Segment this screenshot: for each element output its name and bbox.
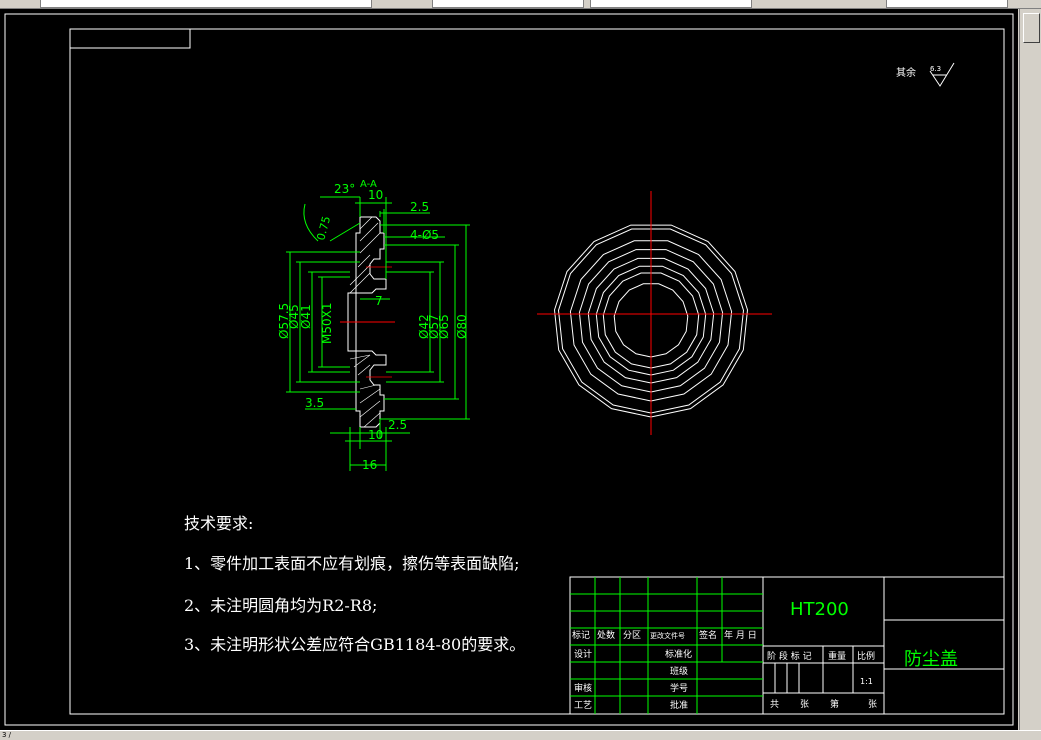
- dim-7: 7: [375, 294, 383, 308]
- dim-65: Ø65: [437, 314, 451, 339]
- dim-3-5: 3.5: [305, 396, 324, 410]
- dim-thread: M50X1: [320, 303, 334, 344]
- dim-holes: 4-Ø5: [410, 228, 439, 242]
- row-std: 标准化: [665, 648, 692, 660]
- material: HT200: [790, 599, 849, 620]
- cad-drawing: 其余 6.3 23° A-A 10 2.5 4-Ø5 7 3.5 2.5 10 …: [4, 13, 1014, 726]
- surface-note-value: 6.3: [930, 65, 941, 73]
- sheets-1: 共: [770, 699, 779, 710]
- outer-frame: [4, 13, 1014, 726]
- title-texts: 标记 处数 分区 更改文件号 签名 年 月 日 设计 标准化 班级 审核 学号 …: [572, 629, 877, 711]
- dim-41: Ø41: [299, 304, 313, 329]
- title-grid: [570, 577, 763, 714]
- part-name: 防尘盖: [904, 649, 958, 670]
- row-proc: 工艺: [574, 700, 592, 711]
- row-design: 设计: [574, 648, 592, 660]
- note-1: 1、零件加工表面不应有划痕，擦伤等表面缺陷;: [184, 554, 520, 573]
- toolbar-field-1[interactable]: [40, 0, 372, 8]
- dim-10-bot: 10: [368, 428, 383, 442]
- stage-label: 阶 段 标 记: [767, 650, 812, 662]
- surface-note-label: 其余: [896, 66, 916, 79]
- toolbar-field-3[interactable]: [590, 0, 752, 8]
- dim-2-5-top: 2.5: [410, 200, 429, 214]
- dim-10-top: 10: [368, 188, 383, 202]
- hdr-sign: 签名: [699, 629, 717, 641]
- scale-label: 比例: [857, 650, 875, 662]
- dim-80: Ø80: [455, 314, 469, 339]
- scroll-thumb[interactable]: [1023, 13, 1040, 43]
- toolbar-field-2[interactable]: [432, 0, 584, 8]
- hdr-count: 处数: [597, 629, 615, 641]
- scale-value: 1:1: [860, 677, 873, 686]
- sheets-3: 第: [830, 698, 839, 710]
- notes-title: 技术要求:: [184, 514, 254, 533]
- row-num: 学号: [670, 682, 688, 694]
- hdr-mark: 标记: [572, 629, 590, 641]
- row-approve: 批准: [670, 699, 688, 711]
- sheets-2: 张: [800, 699, 809, 710]
- weight-label: 重量: [828, 650, 846, 662]
- dim-2-5-bot: 2.5: [388, 418, 407, 432]
- note-2: 2、未注明圆角均为R2-R8;: [184, 596, 378, 615]
- dim-angle: 23°: [334, 182, 355, 196]
- hdr-date: 年 月 日: [724, 629, 757, 641]
- code-box: [69, 28, 191, 49]
- drawing-canvas[interactable]: 其余 6.3 23° A-A 10 2.5 4-Ø5 7 3.5 2.5 10 …: [0, 9, 1018, 730]
- status-text: 3 /: [2, 731, 12, 739]
- toolbar-field-4[interactable]: [886, 0, 1008, 8]
- vertical-scrollbar[interactable]: [1019, 9, 1041, 730]
- note-3: 3、未注明形状公差应符合GB1184-80的要求。: [184, 635, 526, 654]
- top-toolbar: [0, 0, 1041, 9]
- dim-chamfer: 0.75: [314, 215, 333, 242]
- hdr-docno: 更改文件号: [650, 631, 685, 640]
- row-class: 班级: [670, 665, 688, 677]
- row-check: 审核: [574, 682, 592, 694]
- dim-16: 16: [362, 458, 377, 472]
- sheets-4: 张: [868, 699, 877, 710]
- hdr-zone: 分区: [623, 630, 641, 641]
